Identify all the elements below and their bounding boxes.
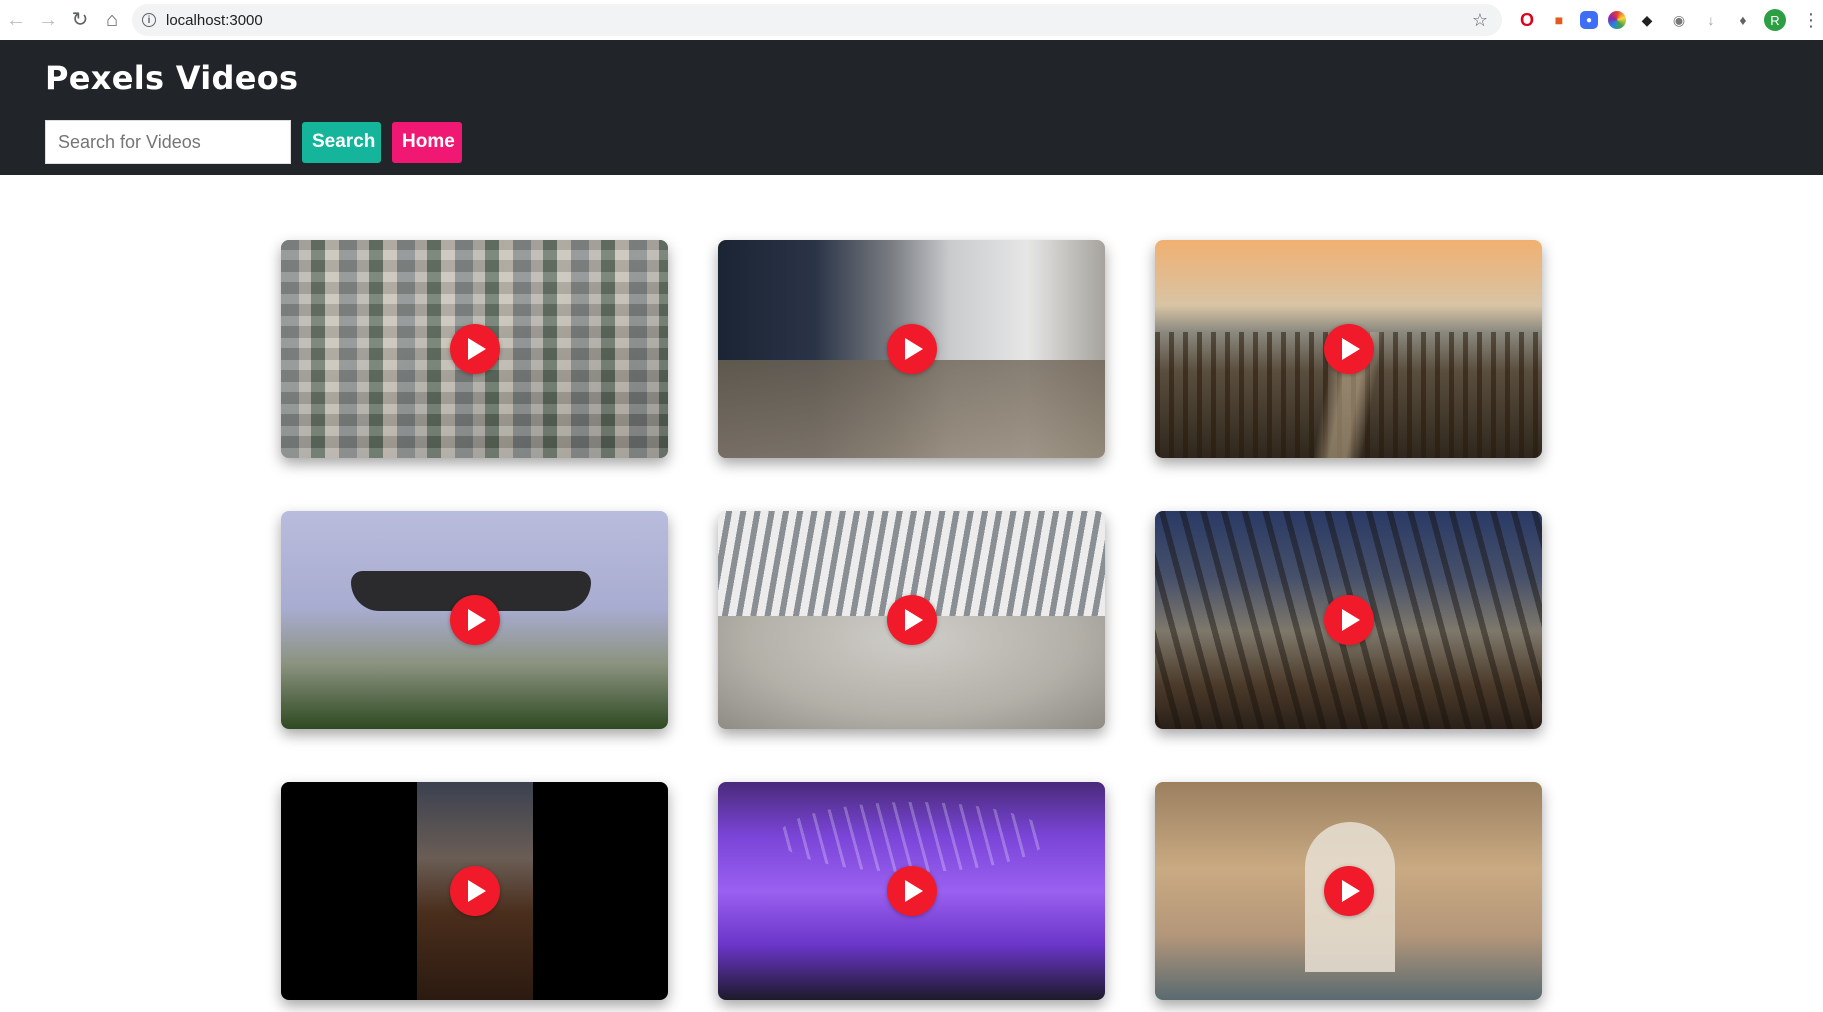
forward-icon[interactable]: → (32, 0, 64, 40)
app-header: Pexels Videos Search Home (0, 40, 1823, 175)
video-card[interactable] (1155, 240, 1542, 458)
play-icon[interactable] (886, 595, 937, 645)
url-text[interactable]: localhost:3000 (166, 12, 263, 29)
extensions-area: O ■ ● ◆ ◉ ↓ ♦ R ⋮ (1516, 9, 1820, 31)
search-form: Search Home (45, 120, 462, 164)
download-icon[interactable]: ↓ (1700, 9, 1722, 31)
color-picker-icon[interactable] (1608, 11, 1626, 29)
info-icon[interactable]: i (142, 13, 156, 27)
megaphone-icon[interactable]: ■ (1548, 9, 1570, 31)
zoom-icon[interactable]: ● (1580, 11, 1598, 29)
home-button[interactable]: Home (392, 121, 462, 163)
opera-icon[interactable]: O (1516, 9, 1538, 31)
page-title: Pexels Videos (45, 59, 299, 97)
play-icon[interactable] (886, 866, 937, 916)
search-button[interactable]: Search (302, 121, 381, 163)
profile-avatar[interactable]: R (1764, 9, 1786, 31)
video-card[interactable] (1155, 511, 1542, 729)
play-icon[interactable] (1323, 595, 1374, 645)
search-input[interactable] (45, 120, 291, 164)
globe-icon[interactable]: ◉ (1668, 9, 1690, 31)
video-card[interactable] (718, 511, 1105, 729)
home-icon[interactable]: ⌂ (96, 0, 128, 40)
address-bar[interactable]: i localhost:3000 ☆ (132, 4, 1502, 36)
video-card[interactable] (1155, 782, 1542, 1000)
video-grid (281, 240, 1542, 1000)
play-icon[interactable] (886, 324, 937, 374)
play-icon[interactable] (449, 324, 500, 374)
extensions-puzzle-icon[interactable]: ♦ (1732, 9, 1754, 31)
video-card[interactable] (281, 511, 668, 729)
video-card[interactable] (281, 240, 668, 458)
play-icon[interactable] (449, 866, 500, 916)
play-icon[interactable] (1323, 866, 1374, 916)
browser-toolbar: ← → ↻ ⌂ i localhost:3000 ☆ O ■ ● ◆ ◉ ↓ ♦… (0, 0, 1823, 41)
bookmark-star-icon[interactable]: ☆ (1472, 10, 1488, 31)
reload-icon[interactable]: ↻ (64, 0, 96, 40)
video-card[interactable] (281, 782, 668, 1000)
video-card[interactable] (718, 782, 1105, 1000)
play-icon[interactable] (1323, 324, 1374, 374)
fish-icon[interactable]: ◆ (1636, 9, 1658, 31)
back-icon[interactable]: ← (0, 0, 32, 40)
browser-menu-icon[interactable]: ⋮ (1802, 10, 1820, 31)
play-icon[interactable] (449, 595, 500, 645)
video-card[interactable] (718, 240, 1105, 458)
